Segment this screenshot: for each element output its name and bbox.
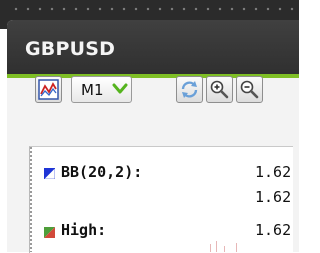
refresh-icon xyxy=(181,81,198,98)
chart-candle xyxy=(236,243,237,252)
chart-candle xyxy=(210,244,211,252)
timeframe-select[interactable]: M1 xyxy=(71,76,132,103)
legend-value: 1.62 xyxy=(255,221,292,239)
window-title: GBPUSD xyxy=(25,38,116,60)
legend-label-bb: BB(20,2): xyxy=(61,163,143,181)
chart-candle xyxy=(216,241,217,252)
top-dots-decoration xyxy=(10,7,299,11)
chart-candle xyxy=(224,246,225,252)
legend-value: 1.62 xyxy=(255,188,292,206)
legend-label-high: High: xyxy=(61,221,107,239)
chart-dotted-border xyxy=(30,147,32,252)
zoom-out-button[interactable] xyxy=(236,76,263,103)
refresh-button[interactable] xyxy=(176,76,203,103)
timeframe-value: M1 xyxy=(81,81,104,99)
chart-type-button[interactable] xyxy=(35,76,62,103)
chevron-down-icon xyxy=(112,83,128,94)
zoom-in-icon xyxy=(210,80,229,99)
legend-value: 1.62 xyxy=(255,163,292,181)
line-chart-icon xyxy=(38,79,59,100)
window-titlebar[interactable]: GBPUSD xyxy=(7,20,299,74)
bollinger-swatch-icon xyxy=(44,168,55,179)
zoom-in-button[interactable] xyxy=(206,76,233,103)
high-swatch-icon xyxy=(44,227,55,238)
zoom-out-icon xyxy=(240,80,259,99)
